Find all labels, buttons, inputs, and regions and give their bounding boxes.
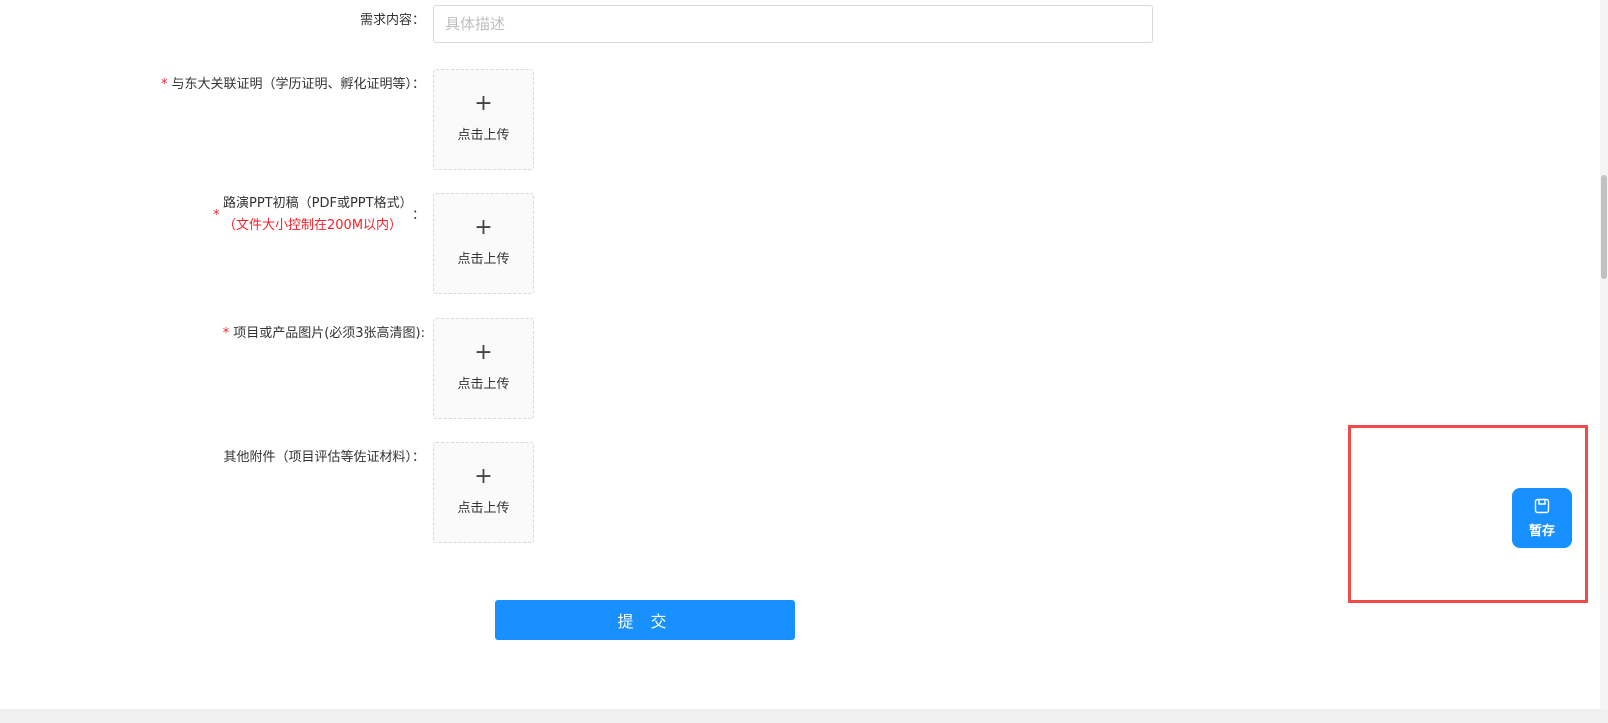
association-proof-label-text: 与东大关联证明（学历证明、孵化证明等）：	[171, 77, 425, 92]
other-attachments-upload[interactable]: + 点击上传	[433, 442, 534, 543]
save-draft-button[interactable]: 暂存	[1512, 488, 1572, 548]
save-draft-label: 暂存	[1528, 524, 1555, 539]
association-proof-label: * 与东大关联证明（学历证明、孵化证明等）：	[161, 75, 425, 95]
scrollbar-thumb[interactable]	[1601, 175, 1607, 279]
plus-icon: +	[474, 464, 493, 489]
upload-text: 点击上传	[457, 252, 510, 267]
roadshow-ppt-upload[interactable]: + 点击上传	[433, 193, 534, 294]
association-proof-upload[interactable]: + 点击上传	[433, 69, 534, 170]
upload-text: 点击上传	[457, 128, 510, 143]
plus-icon: +	[474, 215, 493, 240]
plus-icon: +	[474, 91, 493, 116]
file-size-note: （文件大小控制在200M以内）	[223, 218, 403, 233]
product-images-label: * 项目或产品图片(必须3张高清图):	[223, 324, 425, 344]
upload-text: 点击上传	[457, 377, 510, 392]
roadshow-ppt-label-line1: 路演PPT初稿（PDF或PPT格式）	[223, 196, 413, 211]
save-icon	[1534, 498, 1550, 514]
scrollbar-track[interactable]	[1600, 0, 1608, 709]
submit-button[interactable]: 提 交	[495, 600, 795, 640]
product-images-upload[interactable]: + 点击上传	[433, 318, 534, 419]
other-attachments-label: 其他附件（项目评估等佐证材料）：	[223, 450, 425, 465]
plus-icon: +	[474, 340, 493, 365]
colon: ：	[411, 208, 425, 223]
required-mark: *	[213, 208, 220, 223]
requirement-input[interactable]	[433, 5, 1153, 43]
upload-text: 点击上传	[457, 501, 510, 516]
required-mark: *	[222, 326, 230, 341]
roadshow-ppt-label: * 路演PPT初稿（PDF或PPT格式） （文件大小控制在200M以内） ：	[200, 193, 425, 239]
required-mark: *	[160, 77, 168, 92]
product-images-label-text: 项目或产品图片(必须3张高清图):	[233, 326, 425, 341]
footer-strip	[0, 709, 1608, 723]
requirement-label: 需求内容：	[359, 13, 425, 28]
page: 需求内容： *与东大关联证明（学历证明、孵化证明等）： + 点击上传 * 路演P…	[0, 0, 1608, 723]
